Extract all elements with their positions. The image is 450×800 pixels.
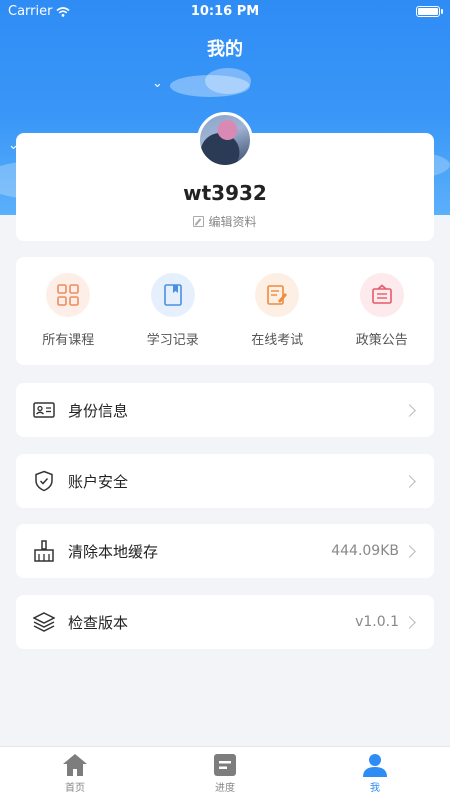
grid-icon (46, 273, 91, 317)
quick-action-label: 在线考试 (251, 333, 304, 348)
avatar[interactable] (197, 112, 253, 168)
shield-check-icon (32, 469, 56, 493)
tab-label: 首页 (65, 783, 85, 794)
status-time: 10:16 PM (190, 4, 260, 19)
user-icon (363, 754, 387, 777)
version-value: v1.0.1 (355, 614, 399, 630)
menu-item-clear-cache[interactable]: 清除本地缓存 444.09KB (16, 524, 434, 578)
chevron-right-icon (403, 544, 416, 558)
exam-edit-icon (255, 273, 300, 317)
tab-bar: 首页 进度 我 (0, 746, 450, 800)
menu-item-label: 账户安全 (68, 472, 129, 491)
quick-action-study-record[interactable]: 学习记录 (123, 273, 223, 348)
quick-action-label: 政策公告 (355, 333, 408, 348)
quick-action-label: 所有课程 (42, 333, 95, 348)
menu-item-label: 身份信息 (68, 401, 129, 420)
menu-item-identity-info[interactable]: 身份信息 (16, 383, 434, 437)
menu-item-label: 清除本地缓存 (68, 542, 159, 561)
quick-action-all-courses[interactable]: 所有课程 (18, 273, 118, 348)
quick-action-label: 学习记录 (146, 333, 199, 348)
username: wt3932 (183, 181, 267, 205)
layers-icon (32, 610, 56, 634)
quick-actions: 所有课程 学习记录 在线考试 政策公告 (16, 257, 434, 365)
progress-icon (214, 754, 236, 776)
tab-label: 我 (370, 783, 380, 794)
chevron-right-icon (403, 474, 416, 488)
menu-item-check-version[interactable]: 检查版本 v1.0.1 (16, 595, 434, 649)
id-card-icon (32, 398, 56, 422)
menu-item-account-security[interactable]: 账户安全 (16, 454, 434, 508)
status-bar: Carrier 10:16 PM (0, 0, 450, 24)
notebook-icon (150, 273, 195, 317)
tab-label: 进度 (215, 783, 235, 794)
chevron-right-icon (403, 403, 416, 417)
tab-home[interactable]: 首页 (0, 747, 150, 800)
tab-progress[interactable]: 进度 (150, 747, 300, 800)
menu-item-label: 检查版本 (68, 613, 129, 632)
broom-icon (32, 539, 56, 563)
edit-profile-label: 编辑资料 (208, 215, 257, 229)
home-icon (63, 754, 87, 776)
battery-icon (416, 6, 443, 17)
bird-icon: ⌄ (152, 76, 163, 91)
quick-action-online-exam[interactable]: 在线考试 (227, 273, 327, 348)
announcement-icon (359, 273, 404, 317)
edit-icon (193, 216, 205, 227)
tab-me[interactable]: 我 (300, 747, 450, 800)
chevron-right-icon (403, 615, 416, 629)
quick-action-policy-notice[interactable]: 政策公告 (332, 273, 432, 348)
cache-size-value: 444.09KB (331, 543, 399, 559)
edit-profile-link[interactable]: 编辑资料 (16, 213, 434, 230)
page-title: 我的 (207, 39, 243, 60)
